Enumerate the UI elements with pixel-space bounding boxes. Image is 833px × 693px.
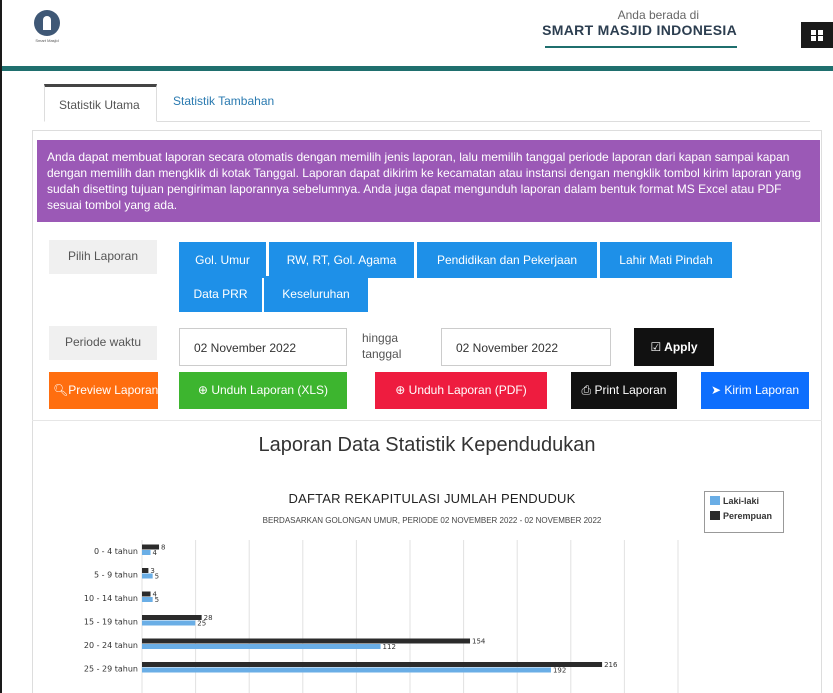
data-label: 216 [604,661,618,669]
category-label: 10 - 14 tahun [84,594,138,603]
data-label: 154 [472,638,486,646]
end-date-field[interactable]: 02 November 2022 [441,328,611,366]
category-label: 0 - 4 tahun [94,547,138,556]
report-select-label: Pilih Laporan [49,240,157,274]
report-option-keseluruhan[interactable]: Keseluruhan [264,276,368,312]
bar-perempuan [142,662,603,667]
location-prefix: Anda berada di [617,8,699,22]
data-label: 5 [155,573,159,581]
legend-swatch [710,496,720,505]
category-label: 15 - 19 tahun [84,618,138,627]
data-label: 5 [155,596,159,604]
send-icon: ➤ [710,383,725,397]
legend-item-perempuan: Perempuan [710,511,778,526]
download-circle-icon: ⊕ [395,383,409,397]
print-report-button[interactable]: ⎙ Print Laporan [571,372,677,409]
bar-perempuan [142,591,151,597]
app-header: Smart Masjid Anda berada di SMART MASJID… [2,0,833,66]
start-date-field[interactable]: 02 November 2022 [179,328,347,366]
location-name: SMART MASJID INDONESIA [542,22,737,38]
menu-button[interactable] [801,22,833,48]
bar-laki [142,550,151,555]
chart-legend: Laki-laki Perempuan [704,491,784,533]
report-option-lahir-mati[interactable]: Lahir Mati Pindah [600,242,732,278]
tab-statistik-utama[interactable]: Statistik Utama [44,84,157,122]
category-label: 25 - 29 tahun [84,665,138,674]
checkbox-edit-icon: ☑ [650,340,665,354]
download-xls-button[interactable]: ⊕ Unduh Laporan (XLS) [179,372,347,409]
data-label: 25 [197,620,206,628]
bar-perempuan [142,568,149,573]
period-label: Periode waktu [49,326,157,360]
bar-laki [142,644,381,649]
report-option-gol-umur[interactable]: Gol. Umur [179,242,266,278]
bar-perempuan [142,615,202,620]
report-option-data-prr[interactable]: Data PRR [179,276,262,312]
mosque-logo-icon [34,10,60,36]
tab-statistik-tambahan[interactable]: Statistik Tambahan [159,84,288,122]
bar-laki [142,667,551,673]
data-label: 4 [153,549,158,557]
location-underline [545,46,737,48]
search-icon: 🔍︎ [53,383,69,397]
report-title: Laporan Data Statistik Kependudukan [258,434,596,456]
legend-swatch [710,511,720,520]
data-label: 192 [553,667,566,675]
population-bar-chart: 0 - 4 tahun 845 - 9 tahun 3510 - 14 tahun 4… [84,540,679,693]
category-label: 20 - 24 tahun [84,641,138,650]
app-logo[interactable]: Smart Masjid [32,10,62,56]
download-pdf-button[interactable]: ⊕ Unduh Laporan (PDF) [375,372,547,409]
grid-icon [811,30,816,35]
legend-item-laki: Laki-laki [710,496,778,511]
logo-text: Smart Masjid [35,38,59,43]
header-accent-bar [2,66,833,71]
category-label: 5 - 9 tahun [94,571,138,580]
section-divider [32,420,822,421]
print-icon: ⎙ [581,383,595,397]
download-circle-icon: ⊕ [197,383,212,397]
data-label: 8 [161,544,165,552]
apply-button[interactable]: ☑ Apply [634,328,714,366]
bar-perempuan [142,638,471,644]
data-label: 112 [383,643,396,651]
report-option-rw-rt-agama[interactable]: RW, RT, Gol. Agama [269,242,414,278]
bar-laki [142,620,196,626]
send-report-button[interactable]: ➤ Kirim Laporan [701,372,809,409]
bar-laki [142,573,153,579]
period-separator: hingga tanggal [362,331,402,361]
preview-report-button[interactable]: 🔍︎Preview Laporan [49,372,158,409]
report-option-pendidikan[interactable]: Pendidikan dan Pekerjaan [417,242,597,278]
info-banner: Anda dapat membuat laporan secara otomat… [37,140,820,222]
bar-laki [142,597,153,602]
